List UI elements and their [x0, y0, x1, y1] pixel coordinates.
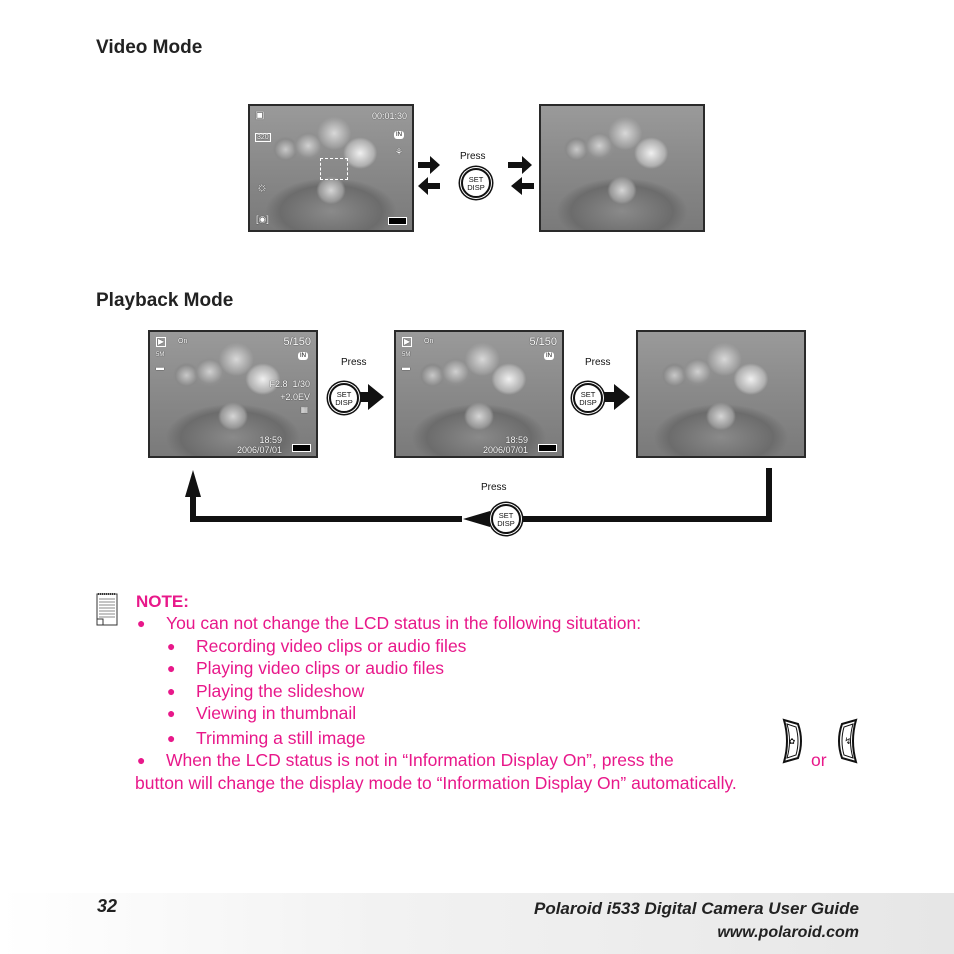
arrow-right-icon: [418, 156, 440, 174]
video-lcd-info-off: [539, 104, 705, 232]
playback-lcd-full-info: ▶ On 5/150 5M ▬ IN F2.8 1/30 +2.0EV ▦ 18…: [148, 330, 318, 458]
storage-in-icon: IN: [544, 352, 554, 360]
print-icon: ▬: [156, 363, 164, 372]
svg-text:✿: ✿: [789, 737, 796, 746]
svg-text:↯: ↯: [844, 736, 852, 746]
video-camera-icon: ▣: [255, 110, 265, 121]
return-loop-line: [190, 496, 462, 522]
family-photo: [638, 332, 804, 456]
capture-time: 18:59: [259, 435, 282, 445]
family-photo: [396, 332, 562, 456]
lock-icon: On: [424, 338, 434, 345]
image-counter: 5/150: [529, 336, 557, 348]
video-timer: 00:01:30: [371, 111, 407, 121]
note-item: Playing video clips or audio files: [196, 658, 445, 678]
note-item: Viewing in thumbnail: [196, 703, 357, 723]
capture-date: 2006/07/01: [236, 445, 282, 455]
playback-icon: ▶: [402, 337, 413, 347]
return-loop-line: [520, 468, 772, 522]
note-title: NOTE:: [136, 592, 189, 611]
note-line2-start: When the LCD status is not in “Informati…: [166, 750, 674, 770]
playback-lcd-info-off: [636, 330, 806, 458]
page-number: 32: [97, 896, 118, 916]
resolution-icon: 320: [255, 133, 271, 142]
battery-icon: [388, 217, 407, 225]
website: www.polaroid.com: [717, 924, 859, 941]
bullet: ●: [167, 730, 176, 746]
note-or: or: [811, 750, 827, 770]
capture-time: 18:59: [505, 435, 528, 445]
note-line2-end: button will change the display mode to “…: [135, 773, 737, 793]
flash-ev: +2.0EV: [280, 392, 310, 402]
storage-in-icon: IN: [298, 352, 308, 360]
white-balance-sun-icon: ☼: [256, 179, 268, 194]
metering-icon: [◉]: [256, 214, 269, 224]
press-label: Press: [460, 151, 486, 162]
bullet: ●: [167, 638, 176, 654]
press-label: Press: [341, 357, 367, 368]
capture-date: 2006/07/01: [482, 445, 528, 455]
lock-icon: On: [178, 338, 188, 345]
battery-icon: [292, 444, 311, 452]
right-button-icon: ↯: [838, 718, 858, 764]
image-size-icon: 5M: [402, 352, 411, 358]
storage-in-icon: IN: [394, 131, 404, 139]
note-intro: You can not change the LCD status in the…: [166, 613, 642, 633]
set-disp-button[interactable]: SET DISP: [461, 168, 491, 198]
print-icon: ▬: [402, 363, 410, 372]
playback-mode-heading: Playback Mode: [96, 290, 234, 311]
arrow-left-icon: [463, 511, 490, 527]
note-item: Trimming a still image: [196, 728, 366, 748]
focus-frame: [320, 158, 348, 180]
arrow-left-icon: [511, 177, 534, 195]
aperture-shutter: F2.8 1/30: [269, 379, 310, 389]
set-disp-button[interactable]: SET DISP: [573, 383, 603, 413]
bullet: ●: [167, 660, 176, 676]
set-disp-button[interactable]: SET DISP: [491, 504, 521, 534]
arrow-right-icon: [508, 156, 532, 174]
battery-icon: [538, 444, 557, 452]
bullet: ●: [167, 683, 176, 699]
press-label: Press: [585, 357, 611, 368]
note-item: Playing the slideshow: [196, 681, 365, 701]
arrow-left-icon: [418, 177, 440, 195]
video-lcd-info-on: ▣ 00:01:30 320 IN ⚘ ☼ [◉]: [248, 104, 414, 232]
playback-lcd-basic-info: ▶ On 5/150 5M ▬ IN 18:59 2006/07/01: [394, 330, 564, 458]
notepad-icon: [96, 593, 118, 626]
playback-icon: ▶: [156, 337, 167, 347]
arrow-up-icon: [185, 470, 201, 497]
playback-arrows: [185, 384, 772, 527]
note-item: Recording video clips or audio files: [196, 636, 467, 656]
set-disp-button[interactable]: SET DISP: [329, 383, 359, 413]
left-button-icon: ✿: [782, 718, 802, 764]
press-label: Press: [481, 482, 507, 493]
image-counter: 5/150: [283, 336, 311, 348]
image-size-icon: 5M: [156, 352, 165, 358]
bullet: ●: [137, 752, 146, 768]
macro-icon: ⚘: [394, 147, 403, 157]
guide-title: Polaroid i533 Digital Camera User Guide: [533, 899, 859, 918]
bullet: ●: [137, 615, 146, 631]
bullet: ●: [167, 705, 176, 721]
histogram-icon: ▦: [300, 405, 308, 414]
video-mode-heading: Video Mode: [96, 37, 203, 58]
family-photo: [541, 106, 703, 230]
